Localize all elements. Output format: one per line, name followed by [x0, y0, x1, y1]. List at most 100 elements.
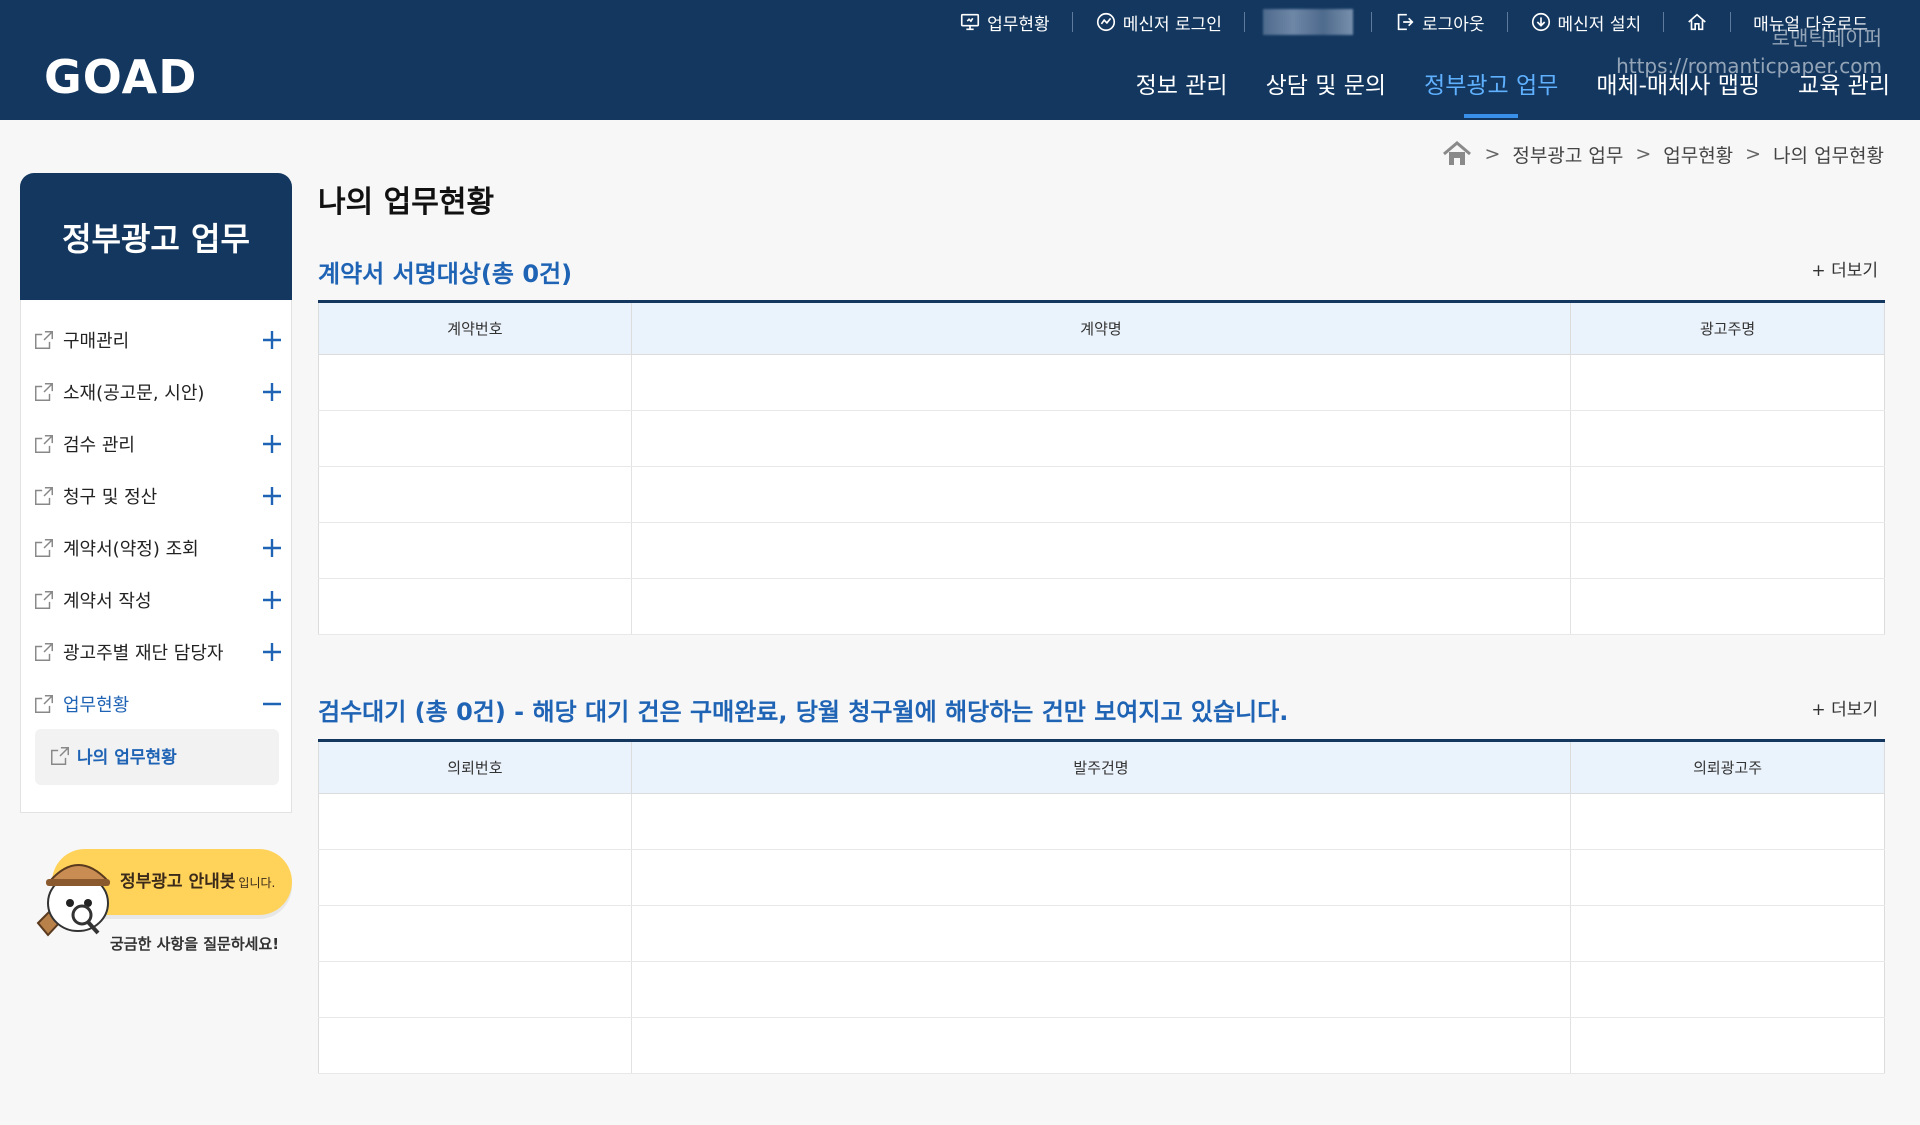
external-link-icon	[51, 746, 69, 765]
divider	[1243, 12, 1245, 32]
nav-consultation[interactable]: 상담 및 문의	[1266, 66, 1386, 100]
table-cell	[318, 354, 632, 411]
table-row	[318, 466, 1885, 523]
breadcrumb-separator: >	[1635, 143, 1652, 165]
section-title-contract-sign: 계약서 서명대상(총 0건)	[318, 260, 573, 288]
header: GOAD 업무현황 메신저 로그인 로그아웃 메신저 설치 매뉴얼 다운로드 로…	[0, 0, 1920, 120]
sidebar-item-label: 청구 및 정산	[63, 487, 158, 508]
table-cell	[631, 793, 1572, 850]
sidebar-item-foundation-manager[interactable]: 광고주별 재단 담당자	[33, 632, 283, 672]
table-cell	[318, 793, 632, 850]
monitor-icon	[961, 13, 980, 31]
sidebar-item-label: 검수 관리	[63, 435, 135, 456]
breadcrumb: > 정부광고 업무 > 업무현황 > 나의 업무현황	[1442, 140, 1884, 168]
minus-icon[interactable]	[261, 693, 283, 715]
logout-label: 로그아웃	[1421, 14, 1485, 35]
table-cell	[318, 849, 632, 906]
plus-icon[interactable]	[261, 329, 283, 351]
chatbot-banner[interactable]: 정부광고 안내봇 입니다. 궁금한 사항을 질문하세요!	[20, 845, 292, 955]
sidebar-item-inspection[interactable]: 검수 관리	[33, 424, 283, 464]
sidebar-item-contract-view[interactable]: 계약서(약정) 조회	[33, 528, 283, 568]
sidebar-item-work-status[interactable]: 업무현황	[33, 684, 283, 724]
messenger-install-label: 메신저 설치	[1557, 14, 1642, 35]
logout-icon	[1397, 13, 1414, 31]
work-status-link[interactable]: 업무현황	[937, 10, 1072, 35]
table-row	[318, 410, 1885, 467]
sidebar-item-contract-write[interactable]: 계약서 작성	[33, 580, 283, 620]
home-link[interactable]	[1664, 11, 1730, 33]
plus-icon[interactable]	[261, 537, 283, 559]
table-cell	[631, 522, 1572, 579]
manual-download-link[interactable]: 매뉴얼 다운로드	[1731, 10, 1890, 35]
messenger-login-label: 메신저 로그인	[1122, 14, 1222, 35]
more-button-inspection-pending[interactable]: + 더보기	[1811, 695, 1878, 720]
plus-icon[interactable]	[261, 589, 283, 611]
more-button-contract-sign[interactable]: + 더보기	[1811, 256, 1878, 281]
sub-item-my-work-status[interactable]: 나의 업무현황	[49, 743, 177, 768]
sidebar-item-label: 광고주별 재단 담당자	[63, 643, 224, 664]
sidebar-item-purchase[interactable]: 구매관리	[33, 320, 283, 360]
column-header: 계약번호	[318, 301, 632, 355]
table-cell	[1570, 961, 1885, 1018]
table-cell	[1570, 578, 1885, 635]
table-cell	[318, 522, 632, 579]
inspection-pending-table: 의뢰번호 발주건명 의뢰광고주	[318, 739, 1885, 1074]
table-cell	[1570, 1017, 1885, 1074]
table-cell	[631, 354, 1572, 411]
chatbot-subtitle: 궁금한 사항을 질문하세요!	[110, 935, 280, 953]
external-link-icon	[35, 539, 53, 557]
external-link-icon	[35, 487, 53, 505]
table-cell	[631, 466, 1572, 523]
contract-sign-table: 계약번호 계약명 광고주명	[318, 300, 1885, 635]
table-row	[318, 793, 1885, 850]
sidebar-item-label: 계약서(약정) 조회	[63, 539, 199, 560]
external-link-icon	[35, 435, 53, 453]
sub-item-label: 나의 업무현황	[77, 748, 177, 768]
table-row	[318, 905, 1885, 962]
table-cell	[318, 410, 632, 467]
table-cell	[1570, 466, 1885, 523]
chatbot-title: 정부광고 안내봇 입니다.	[120, 867, 275, 892]
breadcrumb-item[interactable]: 정부광고 업무	[1512, 141, 1623, 168]
sidebar-item-material[interactable]: 소재(공고문, 시안)	[33, 372, 283, 412]
sidebar-item-billing[interactable]: 청구 및 정산	[33, 476, 283, 516]
table-row	[318, 578, 1885, 635]
plus-icon[interactable]	[261, 381, 283, 403]
column-header: 광고주명	[1570, 301, 1885, 355]
breadcrumb-current: 나의 업무현황	[1773, 144, 1884, 167]
plus-icon[interactable]	[261, 641, 283, 663]
table-cell	[631, 578, 1572, 635]
messenger-login-link[interactable]: 메신저 로그인	[1073, 10, 1244, 35]
nav-gov-ad-work[interactable]: 정부광고 업무	[1424, 66, 1558, 118]
nav-media-mapping[interactable]: 매체-매체사 맵핑	[1596, 66, 1760, 100]
manual-download-label: 매뉴얼 다운로드	[1753, 14, 1868, 35]
external-link-icon	[35, 643, 53, 661]
column-header: 의뢰광고주	[1570, 740, 1885, 794]
external-link-icon	[35, 383, 53, 401]
nav-education[interactable]: 교육 관리	[1798, 66, 1890, 100]
table-cell	[1570, 522, 1885, 579]
table-cell	[318, 905, 632, 962]
logo[interactable]: GOAD	[44, 50, 197, 104]
table-row	[318, 1017, 1885, 1074]
column-header: 계약명	[631, 301, 1572, 355]
section-title-inspection-pending: 검수대기 (총 0건) - 해당 대기 건은 구매완료, 당월 청구월에 해당하…	[318, 698, 1289, 726]
main-nav: 정보 관리 상담 및 문의 정부광고 업무 매체-매체사 맵핑 교육 관리	[1136, 66, 1890, 118]
breadcrumb-separator: >	[1484, 143, 1501, 165]
column-header: 발주건명	[631, 740, 1572, 794]
nav-info-management[interactable]: 정보 관리	[1136, 66, 1228, 100]
home-icon[interactable]	[1442, 140, 1472, 168]
table-cell	[318, 578, 632, 635]
table-cell	[631, 905, 1572, 962]
breadcrumb-item[interactable]: 업무현황	[1663, 141, 1733, 168]
detective-mascot-icon	[36, 864, 111, 937]
logout-link[interactable]: 로그아웃	[1372, 10, 1507, 35]
table-row	[318, 522, 1885, 579]
plus-icon[interactable]	[261, 485, 283, 507]
table-cell	[318, 1017, 632, 1074]
messenger-install-link[interactable]: 메신저 설치	[1508, 10, 1664, 35]
external-link-icon	[35, 591, 53, 609]
plus-icon[interactable]	[261, 433, 283, 455]
messenger-icon	[1096, 12, 1115, 32]
table-cell	[1570, 793, 1885, 850]
